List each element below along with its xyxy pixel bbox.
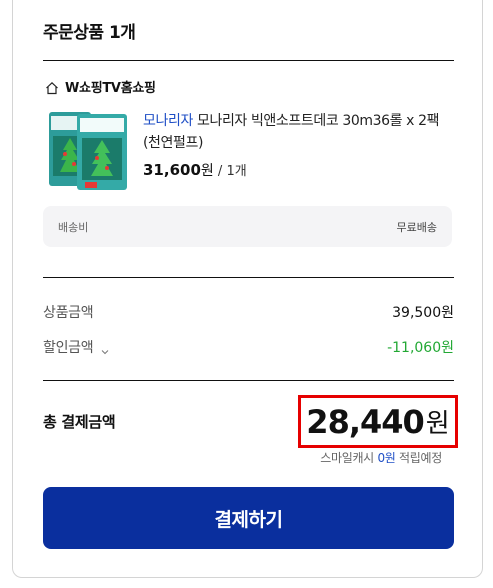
discount-toggle[interactable]: 할인금액 xyxy=(43,337,109,357)
total-amount: 28,440 xyxy=(306,402,424,441)
divider-bottom xyxy=(43,380,454,381)
product-quantity: 1개 xyxy=(226,164,247,179)
order-summary-card: 주문상품 1개 W쇼핑TV홈쇼핑 모나리자 모나리자 빅앤소프트데코 30m36… xyxy=(12,0,483,578)
shop-header[interactable]: W쇼핑TV홈쇼핑 xyxy=(45,77,156,96)
shipping-label: 배송비 xyxy=(58,220,89,234)
total-unit: 원 xyxy=(425,409,450,439)
total-amount-box: 28,440 원 xyxy=(298,395,458,448)
discount-label: 할인금액 xyxy=(43,340,94,356)
pay-button[interactable]: 결제하기 xyxy=(43,487,454,549)
product-price-line: 31,600원 / 1개 xyxy=(143,160,247,180)
points-suffix: 적립예정 xyxy=(395,451,442,465)
product-amount-value: 39,500원 xyxy=(392,305,454,321)
points-value: 0원 xyxy=(377,451,396,465)
price-separator: / xyxy=(213,164,227,179)
discount-value: -11,060원 xyxy=(387,340,454,356)
product-price: 31,600 xyxy=(143,161,201,179)
chevron-down-icon[interactable] xyxy=(101,344,109,355)
order-title: 주문상품 1개 xyxy=(43,23,136,43)
discount-row: 할인금액 -11,060원 xyxy=(43,337,454,357)
home-icon xyxy=(45,80,59,94)
product-amount-row: 상품금액 39,500원 xyxy=(43,302,454,322)
total-label: 총 결제금액 xyxy=(43,413,116,431)
product-price-unit: 원 xyxy=(200,163,214,179)
product-thumbnail[interactable] xyxy=(47,106,131,192)
product-name[interactable]: 모나리자 모나리자 빅앤소프트데코 30m36롤 x 2팩 (천연펄프) xyxy=(143,110,458,154)
smile-cash-note: 스마일캐시 0원 적립예정 xyxy=(320,449,442,466)
shop-name: W쇼핑TV홈쇼핑 xyxy=(65,81,156,96)
divider-middle xyxy=(43,277,454,278)
shipping-value: 무료배송 xyxy=(396,220,437,234)
product-brand[interactable]: 모나리자 xyxy=(143,113,193,129)
divider-top xyxy=(43,60,454,61)
product-amount-label: 상품금액 xyxy=(43,305,94,321)
shipping-fee-box: 배송비 무료배송 xyxy=(43,206,452,247)
points-prefix: 스마일캐시 xyxy=(320,451,378,465)
